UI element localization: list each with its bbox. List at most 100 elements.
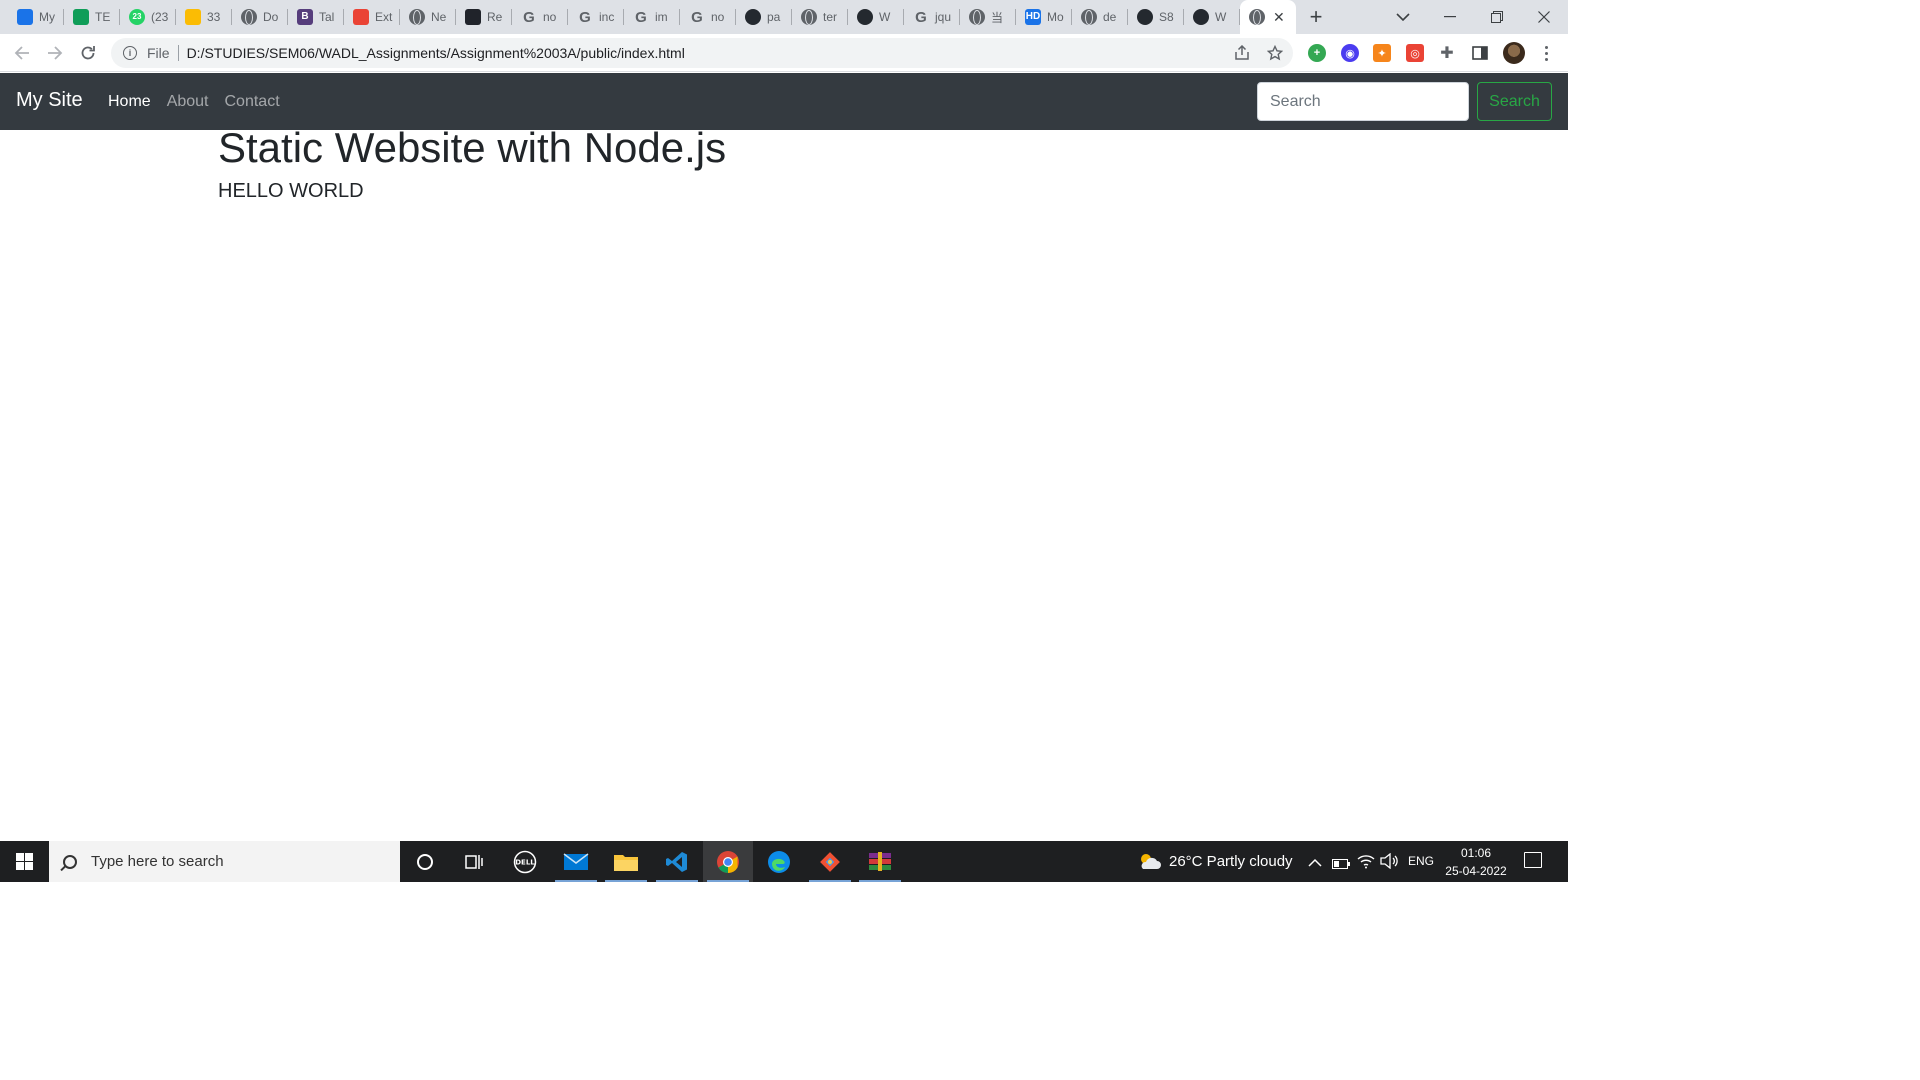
side-panel-icon[interactable]: [1471, 44, 1489, 62]
browser-tab[interactable]: 23 (23: [120, 0, 176, 34]
chevron-up-icon[interactable]: [1308, 855, 1322, 873]
browser-tab[interactable]: Gno: [680, 0, 736, 34]
wifi-icon[interactable]: [1357, 853, 1375, 874]
bookmark-star-icon[interactable]: [1266, 44, 1284, 62]
browser-tab[interactable]: Gjqu: [904, 0, 960, 34]
nav-link-about[interactable]: About: [167, 93, 209, 111]
new-tab-button[interactable]: +: [1304, 4, 1328, 29]
input-language[interactable]: ENG: [1408, 854, 1434, 868]
site-navbar: My Site Home About Contact Search Search: [0, 73, 1568, 130]
edge-button[interactable]: [754, 841, 804, 882]
browser-tab[interactable]: 当: [960, 0, 1016, 34]
tab-title: W: [879, 10, 891, 24]
clock-time: 01:06: [1460, 846, 1492, 860]
browser-tab[interactable]: Re: [456, 0, 512, 34]
forward-button[interactable]: [43, 41, 67, 65]
tab-title: Mo: [1047, 10, 1064, 24]
minimize-button[interactable]: [1427, 0, 1473, 34]
browser-tab[interactable]: de: [1072, 0, 1128, 34]
tab-title: pa: [767, 10, 781, 24]
file-explorer-button[interactable]: [601, 841, 651, 882]
arrow-right-icon: [48, 46, 63, 60]
google-icon: G: [579, 8, 591, 26]
tab-title: ter: [823, 10, 838, 24]
start-button[interactable]: [0, 841, 49, 882]
reload-button[interactable]: [76, 41, 100, 65]
weather-text[interactable]: 26°C Partly cloudy: [1169, 853, 1293, 870]
browser-tab[interactable]: Ne: [400, 0, 456, 34]
google-drive-icon: [185, 9, 201, 25]
notification-center-icon[interactable]: [1524, 852, 1542, 868]
metamask-fox-icon[interactable]: ✦: [1373, 44, 1391, 62]
tab-list: My TE 23 (23 33 Do B Tal Ext Ne Re Gno Ginc Gim Gno pa t…: [8, 0, 1296, 34]
mail-app-button[interactable]: [551, 841, 601, 882]
address-url[interactable]: D:/STUDIES/SEM06/WADL_Assignments/Assign…: [187, 45, 685, 61]
git-app-button[interactable]: [805, 841, 855, 882]
extension-plus-icon[interactable]: +: [1308, 44, 1326, 62]
back-button[interactable]: [10, 41, 34, 65]
tab-title: S8: [1159, 10, 1174, 24]
close-window-button[interactable]: [1521, 0, 1567, 34]
extension-target-icon[interactable]: ◎: [1406, 44, 1424, 62]
navbar-brand[interactable]: My Site: [16, 89, 83, 112]
windows-taskbar: Type here to search DELL 26°C Partly clo…: [0, 841, 1568, 882]
search-icon: [63, 854, 77, 869]
system-clock[interactable]: 01:06 25-04-2022: [1440, 844, 1512, 880]
browser-tab[interactable]: 33: [176, 0, 232, 34]
whatsapp-badge-icon: 23: [129, 9, 145, 25]
browser-tab[interactable]: Do: [232, 0, 288, 34]
browser-tab[interactable]: Ext: [344, 0, 400, 34]
browser-tab[interactable]: ter: [792, 0, 848, 34]
profile-avatar[interactable]: [1503, 42, 1525, 64]
task-view-button[interactable]: [449, 841, 499, 882]
browser-tab[interactable]: TE: [64, 0, 120, 34]
chrome-button[interactable]: [703, 841, 753, 882]
vscode-button[interactable]: [652, 841, 702, 882]
nav-link-contact[interactable]: Contact: [225, 93, 280, 111]
browser-tab[interactable]: pa: [736, 0, 792, 34]
winrar-button[interactable]: [855, 841, 905, 882]
address-separator: [177, 45, 179, 61]
puzzle-extensions-icon[interactable]: ✚: [1438, 44, 1456, 62]
reload-icon: [81, 46, 95, 60]
tab-title: im: [655, 10, 668, 24]
battery-icon[interactable]: [1332, 856, 1350, 874]
close-icon: [1538, 11, 1550, 23]
close-tab-icon[interactable]: ✕: [1273, 9, 1285, 26]
nav-link-home[interactable]: Home: [108, 93, 151, 111]
weather-icon[interactable]: [1137, 851, 1161, 876]
browser-tab[interactable]: S8: [1128, 0, 1184, 34]
extension-circle-icon[interactable]: ◉: [1341, 44, 1359, 62]
browser-tab[interactable]: Gno: [512, 0, 568, 34]
globe-icon: [1081, 9, 1097, 25]
browser-tab[interactable]: W: [848, 0, 904, 34]
browser-tab[interactable]: B Tal: [288, 0, 344, 34]
hd-icon: HD: [1025, 9, 1041, 25]
browser-tab[interactable]: My: [8, 0, 64, 34]
globe-icon: [969, 9, 985, 25]
browser-tab[interactable]: Ginc: [568, 0, 624, 34]
taskbar-search-box[interactable]: Type here to search: [49, 841, 400, 882]
tab-search-button[interactable]: [1380, 0, 1426, 34]
share-icon[interactable]: [1233, 44, 1251, 62]
restore-button[interactable]: [1474, 0, 1520, 34]
svg-text:DELL: DELL: [515, 858, 535, 866]
speaker-icon[interactable]: [1380, 852, 1398, 874]
tab-title: de: [1103, 10, 1117, 24]
edge-icon: [768, 850, 790, 873]
browser-tab[interactable]: Gim: [624, 0, 680, 34]
tab-title: jqu: [935, 10, 952, 24]
tab-title: (23: [151, 10, 169, 24]
browser-menu-icon[interactable]: [1537, 42, 1555, 64]
site-info-icon[interactable]: i: [123, 46, 137, 60]
navbar-search-button[interactable]: Search: [1477, 82, 1552, 121]
active-browser-tab[interactable]: ✕: [1240, 0, 1296, 34]
tab-title: inc: [599, 10, 615, 24]
browser-tab[interactable]: HD Mo: [1016, 0, 1072, 34]
cortana-button[interactable]: [400, 841, 450, 882]
navbar-search-input[interactable]: Search: [1257, 82, 1469, 121]
dell-app-button[interactable]: DELL: [500, 841, 550, 882]
tab-title: Tal: [319, 10, 335, 24]
browser-tab[interactable]: W: [1184, 0, 1240, 34]
address-bar[interactable]: i File D:/STUDIES/SEM06/WADL_Assignments…: [111, 38, 1293, 68]
